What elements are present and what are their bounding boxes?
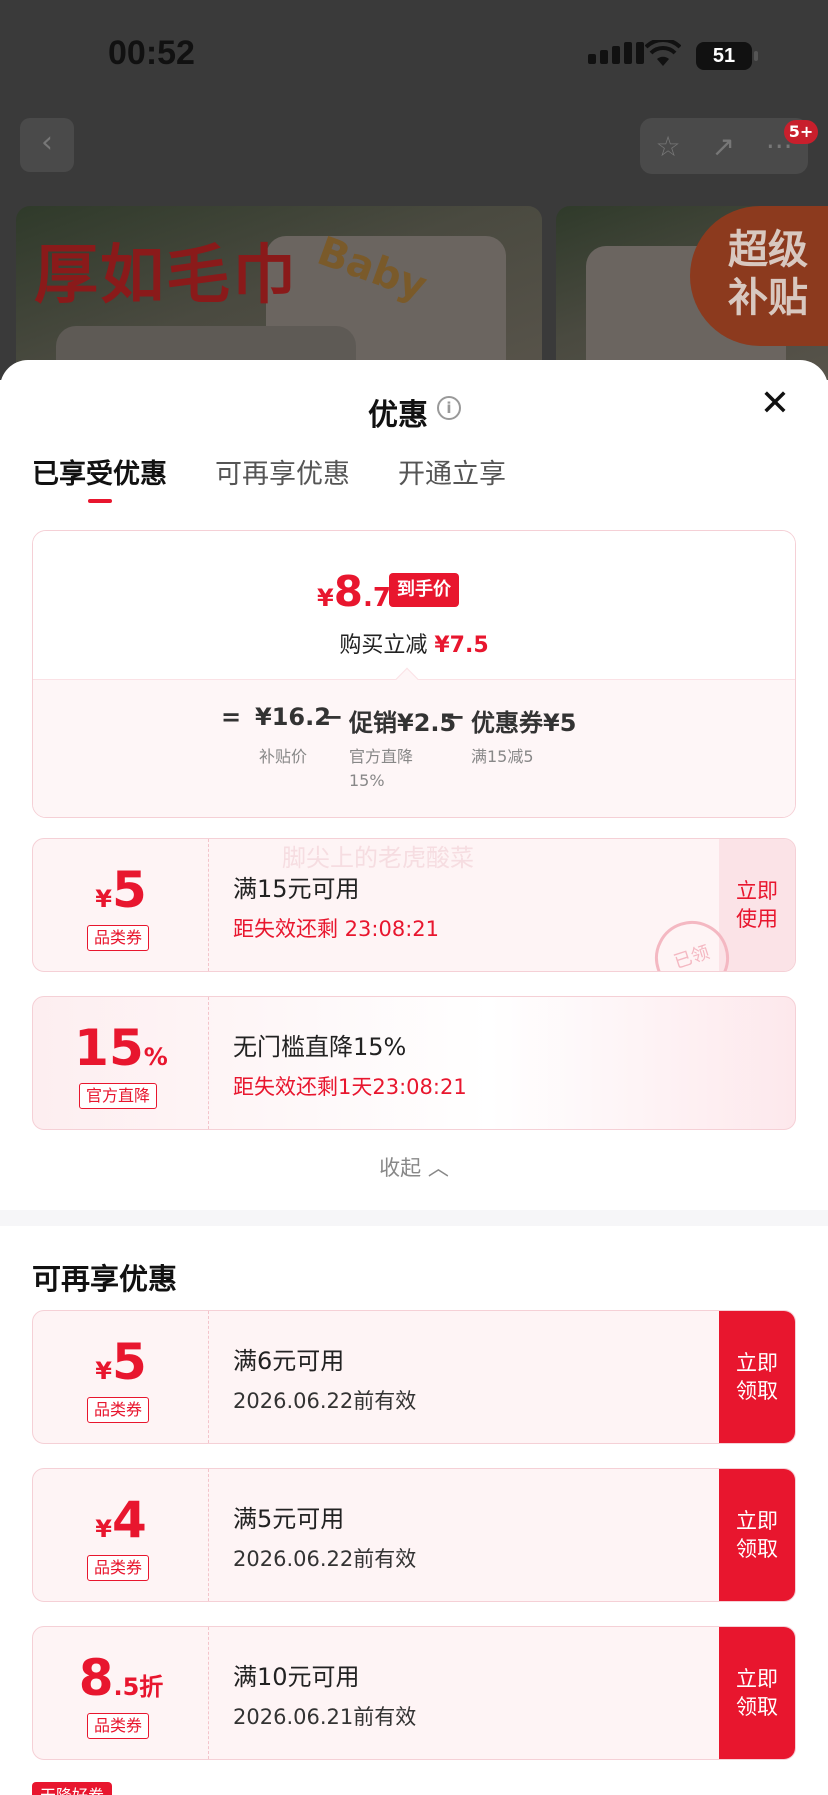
coupon-type: 官方直降 bbox=[79, 1083, 158, 1109]
product-page-background: 00:52 51 ‹ ☆ ↗ ··· 厚如毛巾 Baby 超级 补贴 bbox=[0, 0, 828, 380]
base-price: ¥16.2 bbox=[255, 703, 331, 731]
discount-sheet: 优惠 i ✕ 已享受优惠 可再享优惠 开通立享 ¥8.7 到手价 购买立减 ¥7… bbox=[0, 360, 828, 1795]
coupon-valid-date: 2026.06.22前有效 bbox=[233, 1547, 417, 1571]
watermark-text: 脚尖上的老虎酸菜 bbox=[282, 844, 474, 872]
coupon-condition: 满15元可用 bbox=[233, 875, 360, 903]
collapse-button[interactable]: 收起 ︿ bbox=[0, 1152, 828, 1182]
coupon-type: 品类券 bbox=[87, 1397, 150, 1423]
summary-breakdown bbox=[33, 679, 795, 817]
coupon-value: 8 bbox=[78, 1649, 114, 1707]
coupon-amount: 15% bbox=[33, 1019, 209, 1077]
super-subsidy-badge: 超级 补贴 bbox=[690, 206, 828, 346]
info-icon[interactable]: i bbox=[437, 396, 461, 420]
coupon-amount: 8.5折 bbox=[33, 1649, 209, 1707]
promo-label: 官方直降 15% bbox=[349, 747, 414, 790]
wifi-icon bbox=[645, 40, 681, 66]
final-price-integer: 8 bbox=[333, 567, 363, 616]
summary-top: ¥8.7 到手价 购买立减 ¥7.5 bbox=[33, 531, 795, 679]
tab-enjoyed[interactable]: 已享受优惠 bbox=[32, 452, 167, 507]
final-price-decimal: .7 bbox=[362, 583, 391, 613]
final-price-tag: 到手价 bbox=[389, 573, 459, 607]
coupon-value: 5 bbox=[111, 1333, 147, 1391]
coupon-amount: ¥5 bbox=[33, 861, 209, 919]
product-image-main: 厚如毛巾 Baby bbox=[16, 206, 542, 380]
share-icon[interactable]: ↗ bbox=[711, 130, 734, 163]
coupon-condition: 满10元可用 bbox=[233, 1663, 360, 1691]
coupon-amount: ¥4 bbox=[33, 1491, 209, 1549]
banner-text: 厚如毛巾 bbox=[34, 238, 298, 313]
section-divider bbox=[0, 1210, 828, 1226]
coupon-card: ¥4 品类券 满5元可用 2026.06.22前有效 立即 领取 bbox=[32, 1468, 796, 1602]
coupon-valid-date: 2026.06.21前有效 bbox=[233, 1705, 417, 1729]
sheet-title: 优惠 bbox=[368, 398, 428, 433]
coupon-suffix: .5折 bbox=[113, 1673, 164, 1701]
tab-activate[interactable]: 开通立享 bbox=[398, 452, 506, 507]
coupon-type: 品类券 bbox=[87, 1555, 150, 1581]
discount-tabs: 已享受优惠 可再享优惠 开通立享 bbox=[32, 452, 506, 507]
coupon-label: 满15减5 bbox=[471, 747, 534, 766]
more-section-title: 可再享优惠 bbox=[32, 1262, 178, 1296]
coupon-value: 5 bbox=[111, 861, 147, 919]
coupon-value: 4 bbox=[111, 1491, 147, 1549]
claim-button[interactable]: 立即 领取 bbox=[719, 1627, 795, 1759]
use-now-button[interactable]: 立即 使用 bbox=[719, 839, 795, 971]
coupon-condition: 满5元可用 bbox=[233, 1505, 345, 1533]
super-subsidy-text: 超级 补贴 bbox=[728, 227, 808, 321]
coupon-currency: ¥ bbox=[95, 885, 112, 913]
nav-actions: ☆ ↗ ··· bbox=[640, 118, 808, 174]
coupon-card: ¥5 品类券 满6元可用 2026.06.22前有效 立即 领取 bbox=[32, 1310, 796, 1444]
coupon-suffix: % bbox=[143, 1043, 168, 1071]
coupon-value: 15 bbox=[74, 1019, 144, 1077]
minus-sign: − bbox=[323, 703, 344, 731]
minus-sign: − bbox=[445, 703, 466, 731]
promo-amount: 促销¥2.5 bbox=[349, 709, 457, 737]
coupon-currency: ¥ bbox=[95, 1515, 112, 1543]
top-nav: ‹ ☆ ↗ ··· bbox=[0, 118, 828, 174]
coupon-type: 品类券 bbox=[87, 1713, 150, 1739]
coupon-currency: ¥ bbox=[95, 1357, 112, 1385]
coupon-amount: 优惠券¥5 bbox=[471, 709, 577, 737]
tab-more-available[interactable]: 可再享优惠 bbox=[215, 452, 350, 507]
coupon-condition: 无门槛直降15% bbox=[233, 1033, 407, 1061]
signal-icon bbox=[588, 42, 644, 64]
reduce-value: ¥7.5 bbox=[434, 633, 489, 658]
reduce-label: 购买立减 bbox=[339, 633, 428, 658]
sheet-header: 优惠 i ✕ bbox=[0, 386, 828, 440]
claim-button[interactable]: 立即 领取 bbox=[719, 1469, 795, 1601]
claim-button[interactable]: 立即 领取 bbox=[719, 1311, 795, 1443]
more-count-badge: 5+ bbox=[784, 120, 818, 144]
back-button[interactable]: ‹ bbox=[20, 118, 74, 172]
coupon-amount: ¥5 bbox=[33, 1333, 209, 1391]
price-summary-card: ¥8.7 到手价 购买立减 ¥7.5 = ¥16.2 补贴价 − 促销¥2.5 … bbox=[32, 530, 796, 818]
battery-icon: 51 bbox=[696, 42, 758, 70]
final-price: ¥8.7 bbox=[317, 567, 391, 616]
reduce-line: 购买立减 ¥7.5 bbox=[33, 627, 795, 659]
star-icon[interactable]: ☆ bbox=[655, 130, 680, 163]
status-bar: 00:52 51 bbox=[0, 0, 828, 110]
coupon-valid-date: 2026.06.22前有效 bbox=[233, 1389, 417, 1413]
base-price-label: 补贴价 bbox=[259, 747, 308, 766]
bottom-coupon-tag: 天降好券 bbox=[32, 1782, 113, 1795]
coupon-countdown: 距失效还剩 23:08:21 bbox=[233, 917, 439, 941]
status-time: 00:52 bbox=[108, 34, 195, 72]
coupon-condition: 满6元可用 bbox=[233, 1347, 345, 1375]
final-price-currency: ¥ bbox=[317, 584, 334, 612]
coupon-countdown: 距失效还剩1天23:08:21 bbox=[233, 1075, 467, 1099]
coupon-card: 15% 官方直降 无门槛直降15% 距失效还剩1天23:08:21 bbox=[32, 996, 796, 1130]
equals-sign: = bbox=[221, 703, 242, 731]
coupon-card: 8.5折 品类券 满10元可用 2026.06.21前有效 立即 领取 bbox=[32, 1626, 796, 1760]
close-button[interactable]: ✕ bbox=[758, 386, 792, 422]
coupon-type: 品类券 bbox=[87, 925, 150, 951]
